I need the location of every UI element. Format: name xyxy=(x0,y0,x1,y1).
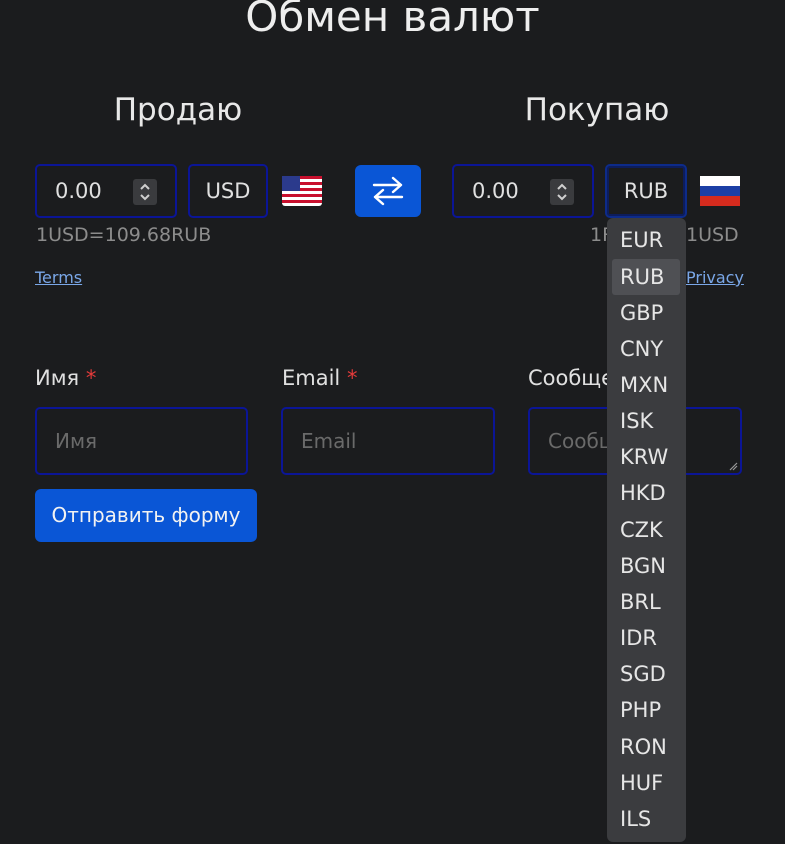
sell-amount-input[interactable]: 0.00 xyxy=(35,164,177,218)
submit-button[interactable]: Отправить форму xyxy=(35,489,257,542)
dropdown-option[interactable]: PHP xyxy=(612,692,680,728)
buy-currency-select[interactable]: RUB xyxy=(605,164,687,218)
email-label-text: Email xyxy=(282,366,341,390)
terms-link[interactable]: Terms xyxy=(35,268,82,287)
dropdown-option[interactable]: BGN xyxy=(612,548,680,584)
dropdown-option[interactable]: HUF xyxy=(612,765,680,801)
buy-heading: Покупаю xyxy=(524,92,670,128)
buy-rate-right: 1USD xyxy=(686,224,739,246)
dropdown-option[interactable]: CZK xyxy=(612,512,680,548)
dropdown-option[interactable]: SGD xyxy=(612,656,680,692)
buy-amount-stepper-icon[interactable] xyxy=(550,179,574,205)
ru-flag-icon xyxy=(700,176,740,206)
message-label: Сообще xyxy=(528,366,615,390)
email-label: Email * xyxy=(282,366,357,390)
required-mark: * xyxy=(346,366,358,390)
dropdown-option[interactable]: GBP xyxy=(612,295,680,331)
dropdown-option[interactable]: RON xyxy=(612,729,680,765)
us-flag-icon xyxy=(282,176,322,206)
sell-currency-select[interactable]: USD xyxy=(188,164,268,218)
sell-amount-value: 0.00 xyxy=(55,179,102,203)
privacy-link[interactable]: Privacy xyxy=(686,268,744,287)
dropdown-option[interactable]: ISK xyxy=(612,403,680,439)
required-mark: * xyxy=(85,366,97,390)
buy-amount-input[interactable]: 0.00 xyxy=(452,164,594,218)
sell-heading: Продаю xyxy=(113,92,243,128)
dropdown-option[interactable]: BRL xyxy=(612,584,680,620)
sell-rate: 1USD=109.68RUB xyxy=(36,224,212,246)
page-title: Обмен валют xyxy=(245,0,540,41)
dropdown-option[interactable]: CNY xyxy=(612,331,680,367)
buy-amount-value: 0.00 xyxy=(472,179,519,203)
email-field[interactable]: Email xyxy=(281,407,495,475)
name-label-text: Имя xyxy=(35,366,80,390)
dropdown-option[interactable]: KRW xyxy=(612,439,680,475)
name-field[interactable]: Имя xyxy=(35,407,248,475)
dropdown-option[interactable]: IDR xyxy=(612,620,680,656)
swap-arrows-icon xyxy=(372,176,404,206)
dropdown-option[interactable]: HKD xyxy=(612,475,680,511)
dropdown-option[interactable]: MXN xyxy=(612,367,680,403)
resize-handle-icon[interactable] xyxy=(728,461,738,471)
sell-amount-stepper-icon[interactable] xyxy=(133,179,157,205)
swap-currencies-button[interactable] xyxy=(355,165,421,217)
dropdown-option[interactable]: EUR xyxy=(612,222,680,258)
dropdown-option-selected[interactable]: RUB xyxy=(612,259,680,295)
name-label: Имя * xyxy=(35,366,96,390)
dropdown-option[interactable]: ILS xyxy=(612,801,680,837)
currency-dropdown[interactable]: EUR RUB GBP CNY MXN ISK KRW HKD CZK BGN … xyxy=(607,218,686,842)
